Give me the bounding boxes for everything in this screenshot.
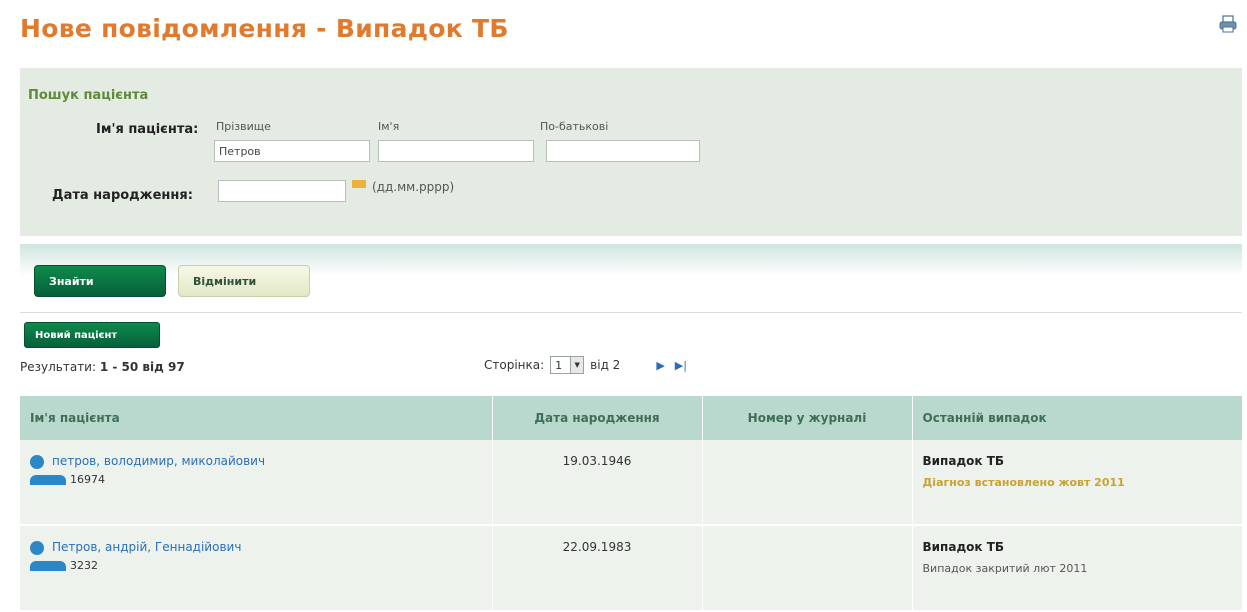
patient-cell: петров, володимир, миколайович 16974 [20,440,493,526]
pager: Сторінка: 1 ▼ від 2 ▶ ▶| [484,356,687,374]
person-icon [30,454,44,469]
surname-input[interactable] [214,140,370,162]
divider [20,312,1242,313]
calendar-icon[interactable] [352,180,366,188]
page-select[interactable]: 1 ▼ [550,356,585,374]
header-journal-number[interactable]: Номер у журналі [702,396,913,440]
results-prefix: Результати: [20,360,97,374]
patient-name-link[interactable]: петров, володимир, миколайович [52,454,265,468]
cancel-button[interactable]: Відмінити [178,265,310,297]
header-patient-name[interactable]: Ім'я пацієнта [20,396,493,440]
chevron-down-icon: ▼ [570,357,584,373]
search-heading: Пошук пацієнта [28,88,149,103]
table-row: Петров, андрій, Геннадійович 3232 22.09.… [20,525,1243,612]
case-status: Випадок закритий лют 2011 [922,562,1088,575]
dob-cell: 19.03.1946 [492,440,703,526]
group-icon [30,560,66,571]
dob-format-hint: (дд.мм.рррр) [372,180,455,194]
group-icon [30,474,66,485]
table-header-row: Ім'я пацієнта Дата народження Номер у жу… [20,396,1243,440]
last-case-cell: Випадок ТБ Діагноз встановлено жовт 2011 [912,440,1243,526]
patient-name-link[interactable]: Петров, андрій, Геннадійович [52,540,241,554]
dob-label: Дата народження: [52,188,193,203]
last-case-cell: Випадок ТБ Випадок закритий лют 2011 [912,525,1243,612]
case-status: Діагноз встановлено жовт 2011 [922,476,1125,489]
page-label: Сторінка: [484,358,545,372]
patronymic-label: По-батькові [540,120,609,133]
table-row: петров, володимир, миколайович 16974 19.… [20,440,1243,526]
next-page-icon[interactable]: ▶ [656,359,664,372]
patient-id: 16974 [70,472,105,486]
last-page-icon[interactable]: ▶| [675,359,687,372]
results-summary: Результати: 1 - 50 від 97 [20,360,185,374]
patient-cell: Петров, андрій, Геннадійович 3232 [20,525,493,612]
header-last-case[interactable]: Останній випадок [912,396,1243,440]
firstname-label: Ім'я [378,120,400,133]
dob-cell: 22.09.1983 [492,525,703,612]
search-panel: Пошук пацієнта Ім'я пацієнта: Прізвище І… [20,68,1242,236]
header-dob[interactable]: Дата народження [492,396,703,440]
results-range: 1 - 50 від 97 [99,360,185,374]
patient-name-label: Ім'я пацієнта: [96,122,199,137]
case-title: Випадок ТБ [922,540,1005,554]
page-title: Нове повідомлення - Випадок ТБ [20,14,509,43]
new-patient-button[interactable]: Новий пацієнт [24,322,160,348]
page-select-value: 1 [555,358,563,372]
patients-table: Ім'я пацієнта Дата народження Номер у жу… [20,396,1243,612]
patronymic-input[interactable] [546,140,700,162]
printer-icon[interactable] [1218,14,1238,34]
find-button[interactable]: Знайти [34,265,166,297]
journal-cell [702,525,913,612]
dob-input[interactable] [218,180,346,202]
firstname-input[interactable] [378,140,534,162]
journal-cell [702,440,913,526]
person-icon [30,540,44,555]
case-title: Випадок ТБ [922,454,1005,468]
surname-label: Прізвище [216,120,271,133]
patient-id: 3232 [70,558,98,572]
page-total: від 2 [590,358,621,372]
